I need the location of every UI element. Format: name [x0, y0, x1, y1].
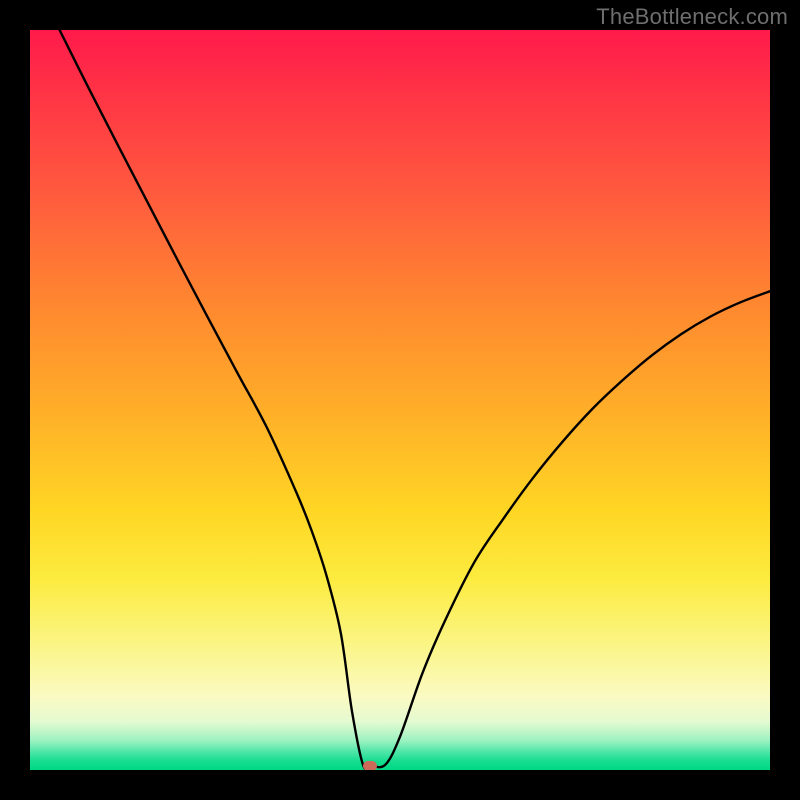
- plot-area: [30, 30, 770, 770]
- watermark-text: TheBottleneck.com: [596, 4, 788, 30]
- chart-frame: TheBottleneck.com: [0, 0, 800, 800]
- bottleneck-curve: [60, 30, 770, 769]
- optimal-point-marker: [363, 761, 377, 770]
- curve-svg: [30, 30, 770, 770]
